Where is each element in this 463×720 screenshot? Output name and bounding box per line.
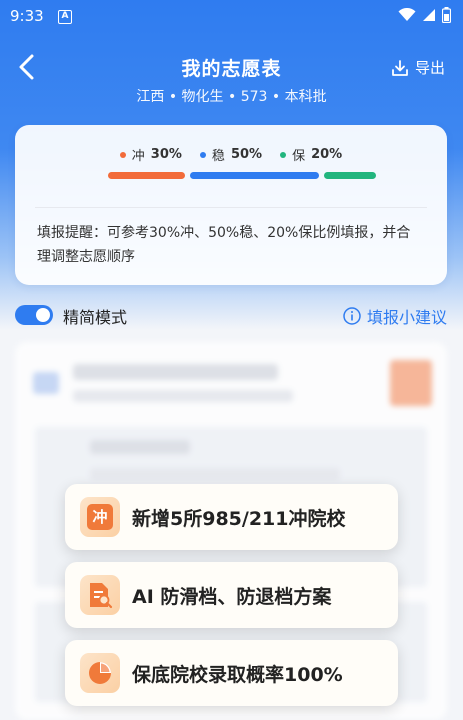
legend-value: 20% bbox=[311, 147, 343, 162]
legend-dot bbox=[119, 151, 126, 158]
feature-text: 新增5所985/211冲院校 bbox=[132, 507, 346, 530]
pie-chart-icon bbox=[80, 653, 120, 693]
legend-label: 稳 bbox=[211, 149, 225, 164]
battery-icon bbox=[442, 7, 451, 23]
legend-wen: 稳 50% bbox=[199, 145, 263, 164]
ratio-legend: 冲 30% 稳 50% 保 20% bbox=[15, 145, 447, 164]
legend-dot bbox=[199, 151, 206, 158]
ratio-bars bbox=[108, 172, 376, 179]
status-time: 9:33 bbox=[10, 7, 44, 25]
legend-value: 30% bbox=[150, 147, 182, 162]
simple-mode-label: 精简模式 bbox=[63, 308, 128, 327]
ratio-bar-0 bbox=[108, 172, 185, 179]
legend-value: 50% bbox=[230, 147, 263, 162]
suggest-label: 填报小建议 bbox=[366, 308, 447, 327]
ratio-card: 冲 30% 稳 50% 保 20% 填报提醒：可参考30%冲、50%稳、20%保… bbox=[15, 125, 447, 285]
status-icons bbox=[398, 7, 451, 23]
chong-icon-glyph: 冲 bbox=[87, 504, 113, 530]
feature-card-baodi: 保底院校录取概率100% bbox=[65, 640, 398, 706]
app-header: 我的志愿表 江西 • 物化生 • 573 • 本科批 导出 bbox=[0, 44, 463, 114]
export-label: 导出 bbox=[414, 59, 445, 77]
signal-icon bbox=[423, 9, 435, 21]
divider bbox=[35, 207, 427, 208]
fill-tip: 填报提醒：可参考30%冲、50%稳、20%保比例填报，并合理调整志愿顺序 bbox=[37, 225, 411, 265]
status-bar: 9:33 A bbox=[0, 0, 463, 34]
feature-text: 保底院校录取概率100% bbox=[132, 663, 343, 686]
legend-bao: 保 20% bbox=[280, 145, 342, 164]
info-icon bbox=[343, 307, 361, 325]
wifi-icon bbox=[398, 8, 416, 21]
app-notification-icon: A bbox=[58, 10, 72, 24]
legend-label: 保 bbox=[292, 149, 306, 164]
fill-suggestion-link[interactable]: 填报小建议 bbox=[343, 304, 447, 328]
legend-label: 冲 bbox=[131, 149, 145, 164]
toggle-knob bbox=[36, 308, 50, 322]
ratio-bar-2 bbox=[324, 172, 376, 179]
feature-card-ai: AI 防滑档、防退档方案 bbox=[65, 562, 398, 628]
legend-dot bbox=[280, 151, 287, 158]
document-search-icon bbox=[80, 575, 120, 615]
chong-icon: 冲 bbox=[80, 497, 120, 537]
feature-text: AI 防滑档、防退档方案 bbox=[132, 585, 332, 608]
mode-row: 精简模式 填报小建议 bbox=[15, 302, 447, 328]
download-icon bbox=[392, 59, 408, 76]
simple-mode-toggle[interactable] bbox=[15, 305, 53, 325]
export-button[interactable]: 导出 bbox=[391, 57, 445, 78]
page-subtitle: 江西 • 物化生 • 573 • 本科批 bbox=[136, 89, 327, 105]
feature-card-chong: 冲 新增5所985/211冲院校 bbox=[65, 484, 398, 550]
legend-chong: 冲 30% bbox=[119, 145, 182, 164]
ratio-bar-1 bbox=[190, 172, 319, 179]
